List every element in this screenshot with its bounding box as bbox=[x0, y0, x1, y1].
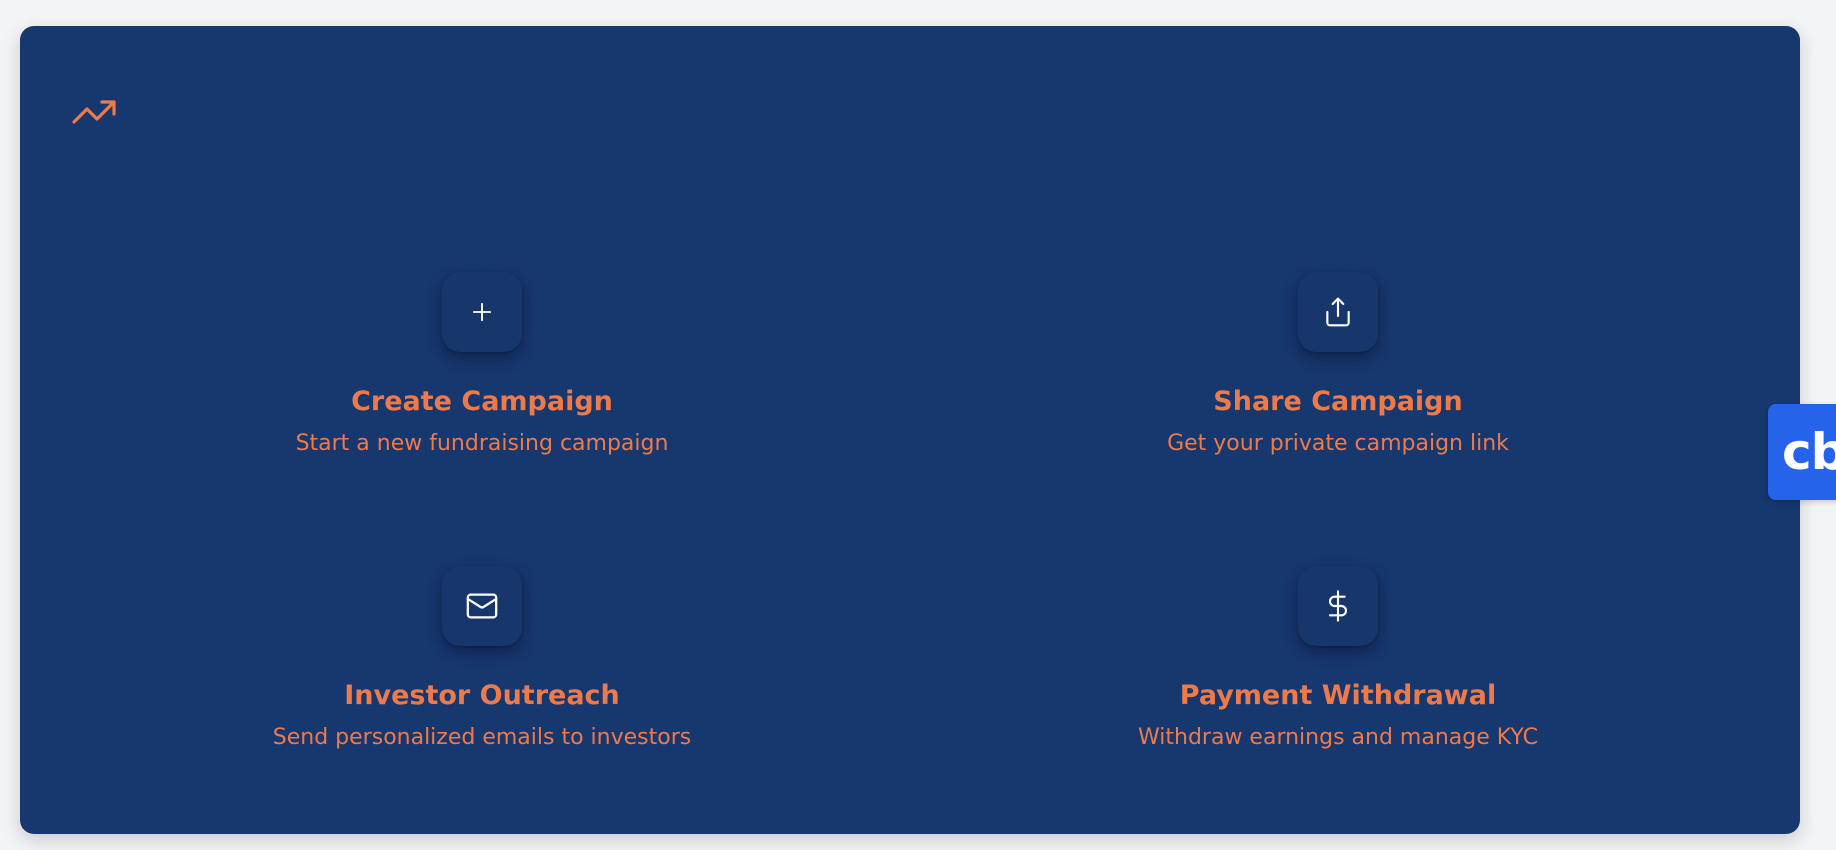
card-subtitle: Start a new fundraising campaign bbox=[295, 431, 669, 457]
investor-outreach-icon-tile bbox=[442, 566, 522, 646]
share-campaign-icon-tile bbox=[1298, 272, 1378, 352]
floating-cb-badge[interactable]: cb bbox=[1768, 404, 1836, 500]
payment-withdrawal-card[interactable]: Payment Withdrawal Withdraw earnings and… bbox=[988, 566, 1688, 750]
create-campaign-card[interactable]: Create Campaign Start a new fundraising … bbox=[132, 272, 832, 456]
create-campaign-icon-tile bbox=[442, 272, 522, 352]
card-title: Create Campaign bbox=[351, 386, 613, 417]
card-subtitle: Withdraw earnings and manage KYC bbox=[1138, 725, 1538, 751]
dollar-icon bbox=[1322, 590, 1354, 622]
card-title: Payment Withdrawal bbox=[1179, 680, 1497, 711]
plus-icon bbox=[468, 298, 496, 326]
badge-label: cb bbox=[1782, 423, 1836, 481]
payment-withdrawal-icon-tile bbox=[1298, 566, 1378, 646]
share-campaign-card[interactable]: Share Campaign Get your private campaign… bbox=[988, 272, 1688, 456]
quick-actions-panel: Create Campaign Start a new fundraising … bbox=[20, 26, 1800, 834]
card-subtitle: Send personalized emails to investors bbox=[272, 725, 692, 751]
card-title: Investor Outreach bbox=[344, 680, 620, 711]
share-icon bbox=[1322, 296, 1354, 328]
actions-grid: Create Campaign Start a new fundraising … bbox=[20, 26, 1800, 834]
card-subtitle: Get your private campaign link bbox=[1167, 431, 1509, 457]
investor-outreach-card[interactable]: Investor Outreach Send personalized emai… bbox=[132, 566, 832, 750]
mail-icon bbox=[465, 589, 499, 623]
card-title: Share Campaign bbox=[1213, 386, 1463, 417]
